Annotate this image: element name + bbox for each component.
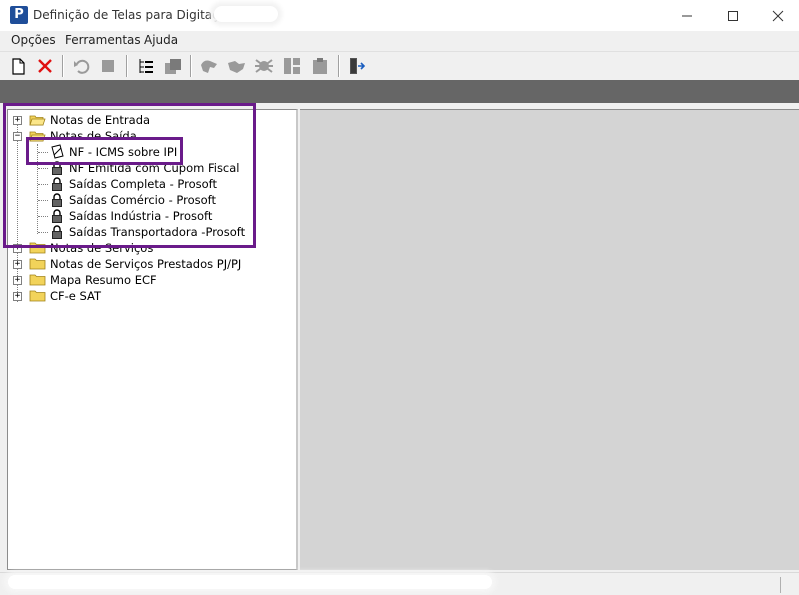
tool-button-4[interactable] [281,55,303,77]
folder-icon [29,290,46,302]
undo-icon [74,59,90,74]
expand-icon[interactable]: + [13,260,22,269]
tree-view-button[interactable] [135,55,157,77]
folder-icon [29,258,46,270]
undo-button[interactable] [70,55,92,77]
tool-button-2[interactable] [225,55,247,77]
stop-icon [102,60,114,72]
grab-icon [228,61,245,73]
tree-node-label: Mapa Resumo ECF [50,273,157,287]
delete-button[interactable] [34,55,56,77]
minimize-icon [682,15,692,17]
highlight-box-outer [3,103,256,248]
redacted-title-area [214,6,278,22]
menu-ajuda[interactable]: Ajuda [144,33,178,47]
menu-ferramentas[interactable]: Ferramentas [65,33,141,47]
folder-icon [29,274,46,286]
exit-button[interactable] [345,55,367,77]
close-button[interactable] [755,0,799,31]
layers-icon [165,59,181,74]
tool-button-1[interactable] [198,55,220,77]
maximize-icon [728,11,738,21]
close-icon [772,10,784,22]
stop-button[interactable] [97,55,119,77]
redacted-status-area [8,575,492,589]
menu-bar: Opções Ferramentas Ajuda [0,31,799,50]
toolbar [0,51,799,79]
expand-icon[interactable]: + [13,292,22,301]
resize-grip-icon[interactable] [780,577,796,593]
clipboard-icon [313,58,327,74]
layers-button[interactable] [162,55,184,77]
tree-node-notas-servicos-prestados[interactable]: + Notas de Serviços Prestados PJ/PJ [8,256,288,272]
title-bar: P Definição de Telas para Digitação [0,0,799,31]
tool-button-5[interactable] [309,55,331,77]
status-bar [0,572,799,595]
detail-panel [300,109,799,570]
app-icon: P [10,6,28,24]
toolbar-separator [190,55,192,77]
maximize-button[interactable] [710,0,756,31]
exit-door-icon [350,58,366,74]
tree-node-label: Notas de Serviços Prestados PJ/PJ [50,257,242,271]
menu-opcoes[interactable]: Opções [11,33,56,47]
tree-view-icon [139,59,153,73]
tree-node-cfe-sat[interactable]: + CF-e SAT [8,288,288,304]
expand-icon[interactable]: + [13,276,22,285]
bug-icon [255,59,273,73]
highlight-box-inner [26,137,183,165]
toolbar-separator [338,55,340,77]
tree-node-label: CF-e SAT [50,289,102,303]
toolbar-separator [62,55,64,77]
hand-icon [201,60,217,73]
tool-button-3[interactable] [253,55,275,77]
header-band [0,80,799,103]
delete-x-icon [38,59,52,73]
toolbar-separator [126,55,128,77]
minimize-button[interactable] [664,0,710,31]
columns-icon [284,58,300,74]
window-title: Definição de Telas para Digitação [33,8,234,22]
tree-node-mapa-resumo-ecf[interactable]: + Mapa Resumo ECF [8,272,288,288]
new-document-icon [12,58,25,75]
new-button[interactable] [7,55,29,77]
